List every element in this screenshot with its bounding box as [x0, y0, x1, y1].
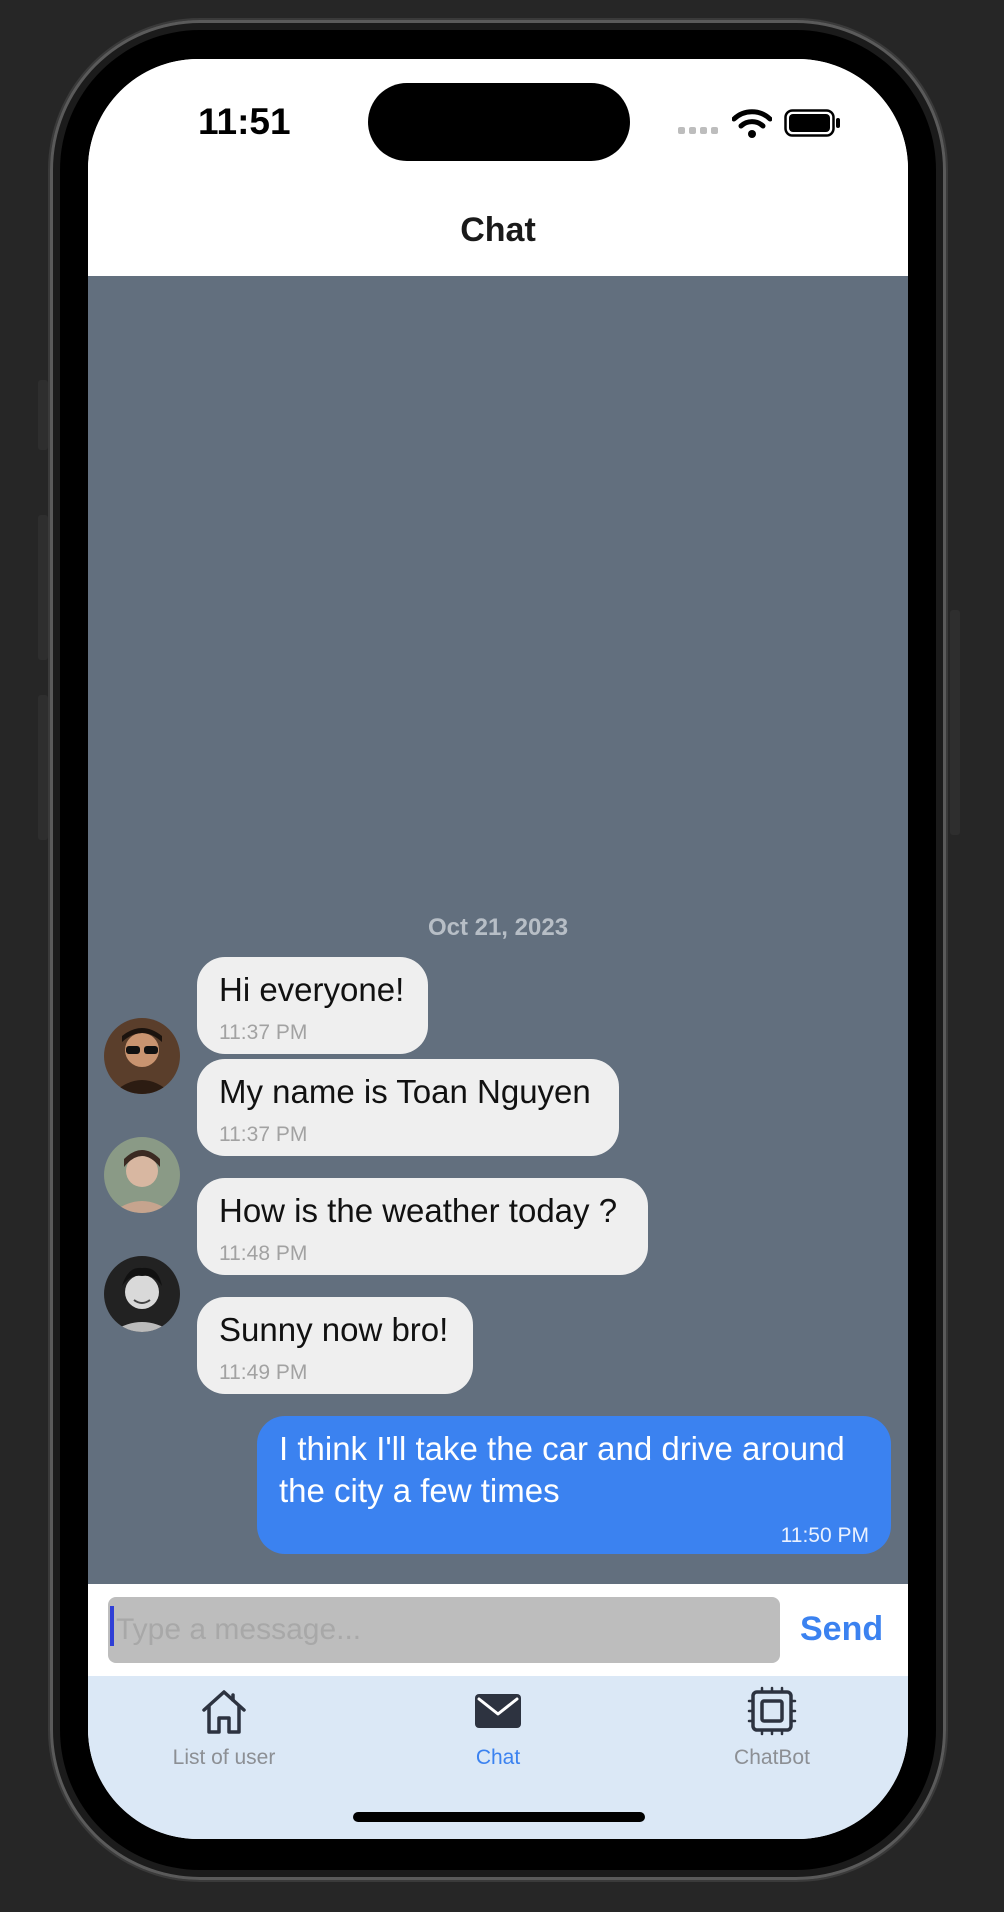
- tab-chatbot[interactable]: ChatBot: [672, 1686, 872, 1770]
- mute-switch: [38, 380, 48, 450]
- page-title: Chat: [460, 210, 536, 249]
- message-time: 11:37 PM: [219, 1123, 308, 1146]
- my-message-bubble[interactable]: I think I'll take the car and drive arou…: [257, 1416, 891, 1554]
- status-time: 11:51: [198, 101, 291, 142]
- message-time: 11:50 PM: [780, 1524, 869, 1547]
- avatar[interactable]: [104, 1137, 180, 1213]
- tab-chat[interactable]: Chat: [398, 1686, 598, 1770]
- message-text: My name is Toan Nguyen: [219, 1073, 591, 1110]
- home-icon: [202, 1690, 246, 1734]
- home-indicator[interactable]: [353, 1812, 645, 1822]
- message-text: Sunny now bro!: [219, 1311, 449, 1348]
- volume-up-button: [38, 515, 48, 660]
- message-time: 11:49 PM: [219, 1361, 308, 1384]
- cellular-signal-icon: [678, 127, 718, 134]
- chip-icon: [747, 1686, 797, 1736]
- power-button: [950, 610, 960, 835]
- avatar-sunglasses-man-icon: [104, 1018, 180, 1094]
- message-text: I think I'll take the car and drive arou…: [279, 1430, 845, 1509]
- tab-list-of-user[interactable]: List of user: [124, 1686, 324, 1770]
- send-button[interactable]: Send: [800, 1600, 883, 1658]
- message-text: How is the weather today ?: [219, 1192, 618, 1229]
- avatar-smiling-man-icon: [104, 1256, 180, 1332]
- battery-icon: [784, 109, 840, 137]
- avatar-woman-icon: [104, 1137, 180, 1213]
- wifi-icon: [732, 109, 772, 138]
- message-input[interactable]: [108, 1597, 780, 1663]
- message-bubble[interactable]: Sunny now bro! 11:49 PM: [197, 1297, 473, 1394]
- message-bubble[interactable]: My name is Toan Nguyen 11:37 PM: [197, 1059, 619, 1156]
- message-time: 11:48 PM: [219, 1242, 308, 1265]
- tab-label: ChatBot: [734, 1746, 810, 1769]
- tab-label: List of user: [172, 1746, 276, 1769]
- message-bubble[interactable]: How is the weather today ? 11:48 PM: [197, 1178, 648, 1275]
- message-composer: Send: [88, 1584, 908, 1676]
- avatar[interactable]: [104, 1256, 180, 1332]
- date-separator: Oct 21, 2023: [427, 914, 569, 941]
- message-time: 11:37 PM: [219, 1021, 308, 1044]
- dynamic-island: [368, 83, 630, 161]
- status-bar: 11:51: [88, 59, 908, 184]
- message-bubble[interactable]: Hi everyone! 11:37 PM: [197, 957, 428, 1054]
- mail-icon: [475, 1694, 521, 1728]
- chat-message-list[interactable]: Oct 21, 2023 Hi everyone! 11:37 PM My na…: [88, 276, 908, 1584]
- message-text: Hi everyone!: [219, 971, 405, 1008]
- text-cursor: [110, 1606, 114, 1646]
- avatar[interactable]: [104, 1018, 180, 1094]
- phone-screen: 11:51 Chat Oct 21, 2023 Hi everyone! 11:…: [88, 59, 908, 1839]
- volume-down-button: [38, 695, 48, 840]
- tab-label: Chat: [475, 1746, 521, 1769]
- navigation-header: Chat: [88, 184, 908, 276]
